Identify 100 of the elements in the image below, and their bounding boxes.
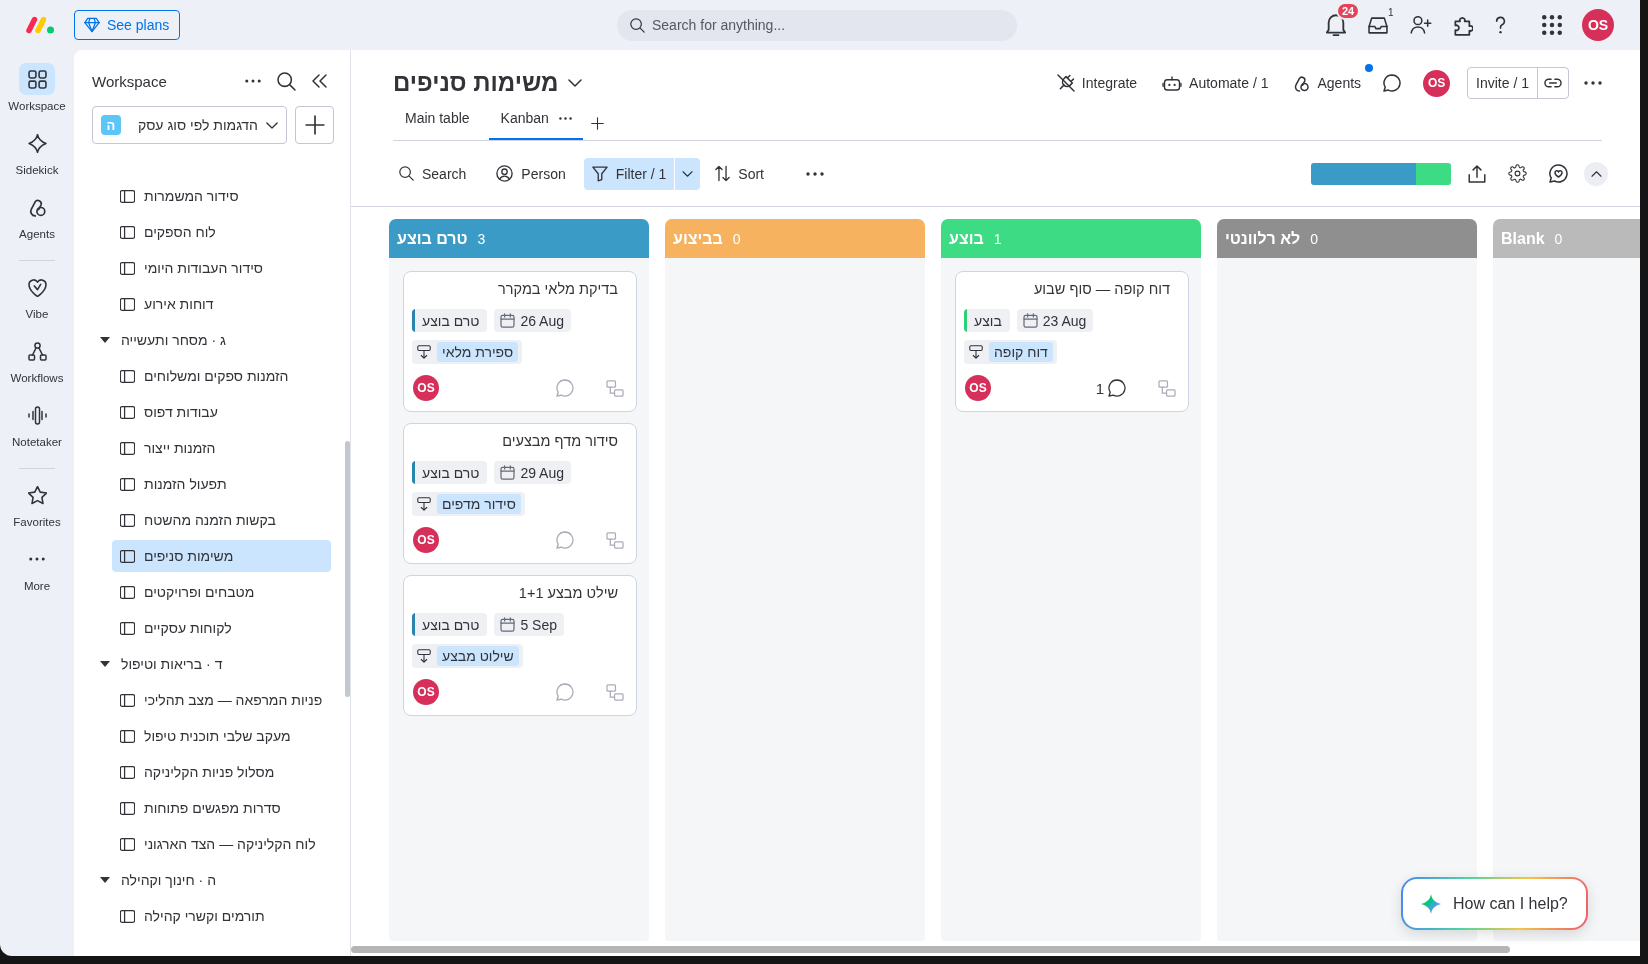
column-title: טרם בוצע — [397, 229, 468, 248]
caret-icon[interactable] — [100, 877, 110, 883]
tag-field[interactable]: דוח קופה — [964, 340, 1057, 364]
puzzle-icon[interactable] — [1454, 14, 1473, 36]
apps-grid-icon[interactable] — [1542, 15, 1562, 35]
toolbar-button[interactable]: Filter / 1 — [583, 157, 675, 190]
double-chevron-left-icon[interactable] — [312, 74, 327, 88]
view-tab[interactable]: Main table — [393, 108, 481, 140]
sidebar-item[interactable]: מטבחים ופרויקטים — [112, 576, 331, 608]
scrollbar-thumb[interactable] — [345, 441, 350, 697]
more-icon[interactable] — [245, 79, 261, 83]
search-field[interactable]: Search for anything... — [617, 9, 1017, 41]
sidebar-item[interactable]: בקשות הזמנה מהשטח — [112, 504, 331, 536]
caret-icon[interactable] — [100, 661, 110, 667]
sidebar-item[interactable]: פניות המרפאה — מצב תהליכי — [112, 684, 331, 716]
sidebar-item[interactable]: מעקב שלבי תוכנית טיפול — [112, 720, 331, 752]
tag-field[interactable]: סידור מדפים — [412, 492, 525, 516]
board-icon — [120, 729, 135, 743]
sidebar-item[interactable]: סדרות מפגשים פתוחות — [112, 792, 331, 824]
board-icon — [120, 297, 135, 311]
plus-icon[interactable] — [590, 117, 604, 130]
sidebar-item[interactable]: דוחות אירוע — [112, 288, 331, 320]
add-button[interactable] — [295, 106, 334, 144]
toolbar-button[interactable]: Sort — [707, 157, 772, 190]
owner-avatar[interactable]: OS — [413, 375, 439, 401]
owner-avatar[interactable]: OS — [413, 679, 439, 705]
owner-avatar[interactable]: OS — [965, 375, 991, 401]
search-icon[interactable] — [277, 71, 296, 91]
date-pill[interactable]: 23 Aug — [1016, 309, 1094, 332]
dropdown-icon — [969, 345, 983, 359]
rail-item[interactable]: Sidekick — [2, 127, 72, 178]
sidebar-item[interactable]: סידור המשמרות — [112, 180, 331, 212]
more-icon[interactable] — [806, 171, 824, 176]
filter-menu-button[interactable] — [674, 157, 701, 190]
person-add-icon[interactable] — [1410, 16, 1432, 34]
sparkle-icon — [27, 133, 47, 153]
logo-icon[interactable] — [25, 15, 55, 35]
header-action-button[interactable]: Integrate — [1048, 67, 1146, 99]
status-pill[interactable]: טרם בוצע — [412, 461, 488, 484]
group-header[interactable]: ד · בריאות וטיפול — [100, 648, 331, 680]
inbox-icon[interactable] — [1368, 16, 1388, 34]
comment-icon[interactable] — [1383, 74, 1402, 92]
more-icon[interactable] — [558, 116, 572, 120]
sidebar-item[interactable]: משימות סניפים — [112, 540, 331, 572]
column-count: 0 — [1310, 230, 1319, 247]
settings-icon[interactable] — [1508, 164, 1527, 183]
more-icon — [29, 557, 45, 561]
view-tab[interactable]: Kanban — [488, 108, 583, 140]
header-action-button[interactable]: Automate / 1 — [1154, 67, 1277, 99]
rail-item[interactable]: More — [2, 543, 72, 594]
bell-icon[interactable] — [1326, 14, 1346, 36]
export-icon[interactable] — [1468, 164, 1486, 183]
caret-icon[interactable] — [100, 337, 110, 343]
date-pill[interactable]: 26 Aug — [494, 309, 571, 332]
sidebar-item[interactable]: תפעול הזמנות — [112, 468, 331, 500]
sidebar-item[interactable]: הזמנות ייצור — [112, 432, 331, 464]
link-icon — [1544, 78, 1562, 88]
sidebar-item[interactable]: לוח הקליניקה — הצד הארגוני — [112, 828, 331, 860]
status-pill[interactable]: טרם בוצע — [412, 309, 488, 332]
sidebar-item[interactable]: לוח הספקים — [112, 216, 331, 248]
tag-field[interactable]: ספירת מלאי — [412, 340, 523, 364]
status-pill[interactable]: טרם בוצע — [412, 613, 488, 636]
more-icon[interactable] — [1584, 81, 1602, 85]
board-icon — [120, 189, 135, 203]
user-avatar[interactable]: OS — [1423, 69, 1451, 97]
toolbar-button[interactable]: Person — [488, 157, 574, 190]
workspace-dropdown[interactable]: ה הדגמות לפי סוג עסק — [92, 106, 287, 144]
sidebar-item[interactable]: עבודות דפוס — [112, 396, 331, 428]
rail-item[interactable]: Workflows — [2, 335, 72, 386]
group-header[interactable]: ג · מסחר ותעשייה — [100, 324, 331, 356]
rail-item[interactable]: Favorites — [2, 479, 72, 530]
rail-item[interactable]: Agents — [2, 191, 72, 242]
diamond-icon — [84, 17, 100, 33]
sidebar-item[interactable]: מסלול פניות הקליניקה — [112, 756, 331, 788]
toolbar-button[interactable]: Search — [391, 157, 475, 190]
user-avatar[interactable]: OS — [1582, 9, 1614, 41]
owner-avatar[interactable]: OS — [413, 527, 439, 553]
status-text: בוצע — [973, 312, 1003, 329]
header-action-button[interactable]: Agents — [1285, 67, 1370, 99]
board-icon — [120, 621, 135, 635]
date-pill[interactable]: 5 Sep — [494, 613, 564, 636]
scrollbar-thumb[interactable] — [351, 946, 1510, 953]
sidebar-item[interactable]: לקוחות עסקיים — [112, 612, 331, 644]
chevron-down-icon[interactable] — [568, 79, 583, 87]
chevron-up-icon[interactable] — [1584, 161, 1608, 186]
rail-item[interactable]: Notetaker — [2, 399, 72, 450]
group-header[interactable]: ה · חינוך וקהילה — [100, 864, 331, 896]
see-plans-button[interactable]: See plans — [74, 10, 181, 40]
help-icon[interactable] — [1495, 16, 1506, 34]
chat-heart-icon[interactable] — [1549, 164, 1568, 183]
sidebar-item[interactable]: הזמנות ספקים ומשלוחים — [112, 360, 331, 392]
status-pill[interactable]: בוצע — [964, 309, 1010, 332]
sidebar-item[interactable]: סידור העבודות היומי — [112, 252, 331, 284]
comment-icon[interactable] — [1108, 379, 1126, 397]
notification-count: 24 — [1336, 2, 1361, 20]
tag-field[interactable]: שילוט מבצע — [412, 644, 523, 668]
rail-item[interactable]: Vibe — [2, 271, 72, 322]
sidebar-item[interactable]: תורמים וקשרי קהילה — [112, 900, 331, 932]
rail-item[interactable]: Workspace — [2, 63, 72, 114]
date-pill[interactable]: 29 Aug — [494, 461, 571, 484]
